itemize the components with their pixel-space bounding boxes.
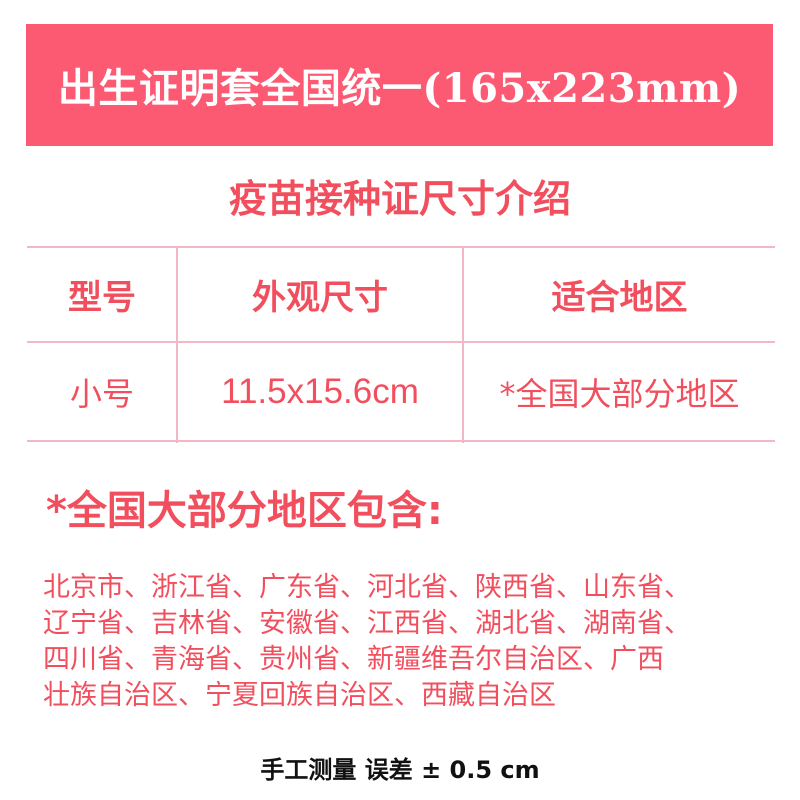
table-header-region: 适合地区	[551, 278, 688, 318]
measurement-note: 手工测量 误差 ± 0.5 cm	[260, 756, 540, 784]
table-cell-region: *全国大部分地区	[499, 374, 740, 413]
regions-line: 北京市、浙江省、广东省、河北省、陕西省、山东省、	[43, 572, 691, 603]
table-header-size: 外观尺寸	[252, 278, 388, 318]
table-bottom-line	[27, 440, 775, 442]
title-banner: 出生证明套全国统一(165x223mm)	[26, 24, 773, 146]
regions-line: 壮族自治区、宁夏回族自治区、西藏自治区	[43, 680, 556, 711]
table-cell-model: 小号	[69, 374, 134, 413]
banner-title: 出生证明套全国统一(165x223mm)	[57, 65, 742, 112]
table-header-model: 型号	[68, 278, 136, 318]
regions-list: 北京市、浙江省、广东省、河北省、陕西省、山东省、 辽宁省、吉林省、安徽省、江西省…	[43, 570, 783, 714]
table-cell-size: 11.5x15.6cm	[221, 371, 419, 411]
section-subtitle: 疫苗接种证尺寸介绍	[228, 177, 571, 221]
regions-line: 四川省、青海省、贵州省、新疆维吾尔自治区、广西	[43, 644, 664, 675]
regions-heading: *全国大部分地区包含:	[46, 488, 443, 534]
regions-line: 辽宁省、吉林省、安徽省、江西省、湖北省、湖南省、	[43, 608, 691, 639]
